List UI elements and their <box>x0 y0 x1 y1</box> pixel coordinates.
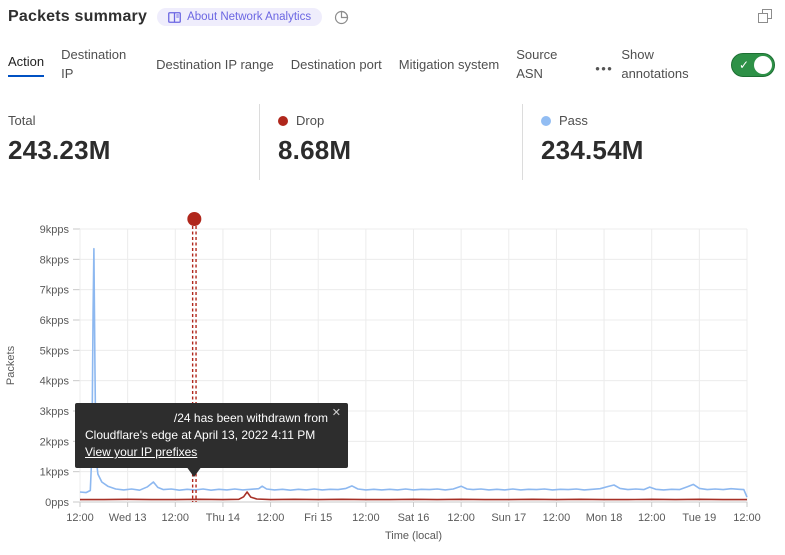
x-tick-label: 12:00 <box>352 512 380 524</box>
book-icon <box>168 12 181 23</box>
y-tick-label: 8kpps <box>40 254 70 266</box>
tooltip-line2: Cloudflare's edge at April 13, 2022 4:11… <box>85 427 338 444</box>
stat-label: Pass <box>559 113 588 128</box>
drop-legend-dot <box>278 116 288 126</box>
toggle-knob <box>754 56 772 74</box>
y-tick-label: 5kpps <box>40 345 70 357</box>
y-tick-label: 0pps <box>45 497 69 509</box>
y-tick-label: 6kpps <box>40 315 70 327</box>
stat-value: 234.54M <box>541 135 785 166</box>
x-tick-label: Mon 18 <box>586 512 623 524</box>
stats-row: Total 243.23M Drop 8.68M Pass 234.54M <box>8 104 785 180</box>
y-axis-title: Packets <box>5 345 17 385</box>
tab-destination-port[interactable]: Destination port <box>291 56 382 75</box>
packets-chart[interactable]: 0pps 1kpps 2kpps 3kpps 4kpps 5kpps 6kpps 7kpps 8… <box>0 203 785 555</box>
x-tick-label: 12:00 <box>638 512 666 524</box>
show-annotations-toggle[interactable]: ✓ <box>731 53 775 77</box>
x-tick-label: 12:00 <box>66 512 94 524</box>
x-tick-label: 12:00 <box>733 512 761 524</box>
tooltip-line1: /24 has been withdrawn from <box>85 410 338 427</box>
tab-destination-ip[interactable]: Destination IP <box>61 46 139 84</box>
tab-destination-ip-range[interactable]: Destination IP range <box>156 56 274 75</box>
popout-icon[interactable] <box>758 9 772 23</box>
x-tick-label: Sat 16 <box>398 512 430 524</box>
x-tick-label: 12:00 <box>162 512 190 524</box>
tab-action[interactable]: Action <box>8 53 44 78</box>
x-tick-label: Fri 15 <box>304 512 332 524</box>
about-network-analytics-badge[interactable]: About Network Analytics <box>157 8 322 26</box>
stat-drop: Drop 8.68M <box>259 104 522 180</box>
pie-chart-icon[interactable] <box>334 10 349 25</box>
annotation-dot[interactable] <box>187 212 201 226</box>
y-tick-label: 4kpps <box>40 376 70 388</box>
tab-source-asn[interactable]: Source ASN <box>516 46 568 84</box>
show-annotations-label: Show annotations <box>621 46 707 84</box>
stat-value: 8.68M <box>278 135 522 166</box>
x-tick-label: 12:00 <box>543 512 571 524</box>
y-tick-label: 1kpps <box>40 467 70 479</box>
popout-front-square <box>758 13 768 23</box>
x-tick-label: 12:00 <box>257 512 285 524</box>
checkmark-icon: ✓ <box>739 57 749 73</box>
y-tick-label: 9kpps <box>40 224 70 236</box>
pass-legend-dot <box>541 116 551 126</box>
y-tick-label: 7kpps <box>40 285 70 297</box>
x-tick-label: 12:00 <box>447 512 475 524</box>
annotation-tooltip: /24 has been withdrawn from Cloudflare's… <box>75 403 348 468</box>
y-tick-label: 3kpps <box>40 406 70 418</box>
tab-mitigation-system[interactable]: Mitigation system <box>399 56 499 75</box>
widget-header: Packets summary About Network Analytics <box>8 8 349 26</box>
view-ip-prefixes-link[interactable]: View your IP prefixes <box>85 444 197 461</box>
x-tick-label: Wed 13 <box>109 512 147 524</box>
stat-pass: Pass 234.54M <box>522 104 785 180</box>
close-icon[interactable]: ✕ <box>332 405 341 422</box>
badge-label: About Network Analytics <box>187 11 311 23</box>
dimension-tabs: Action Destination IP Destination IP range… <box>8 40 775 90</box>
stat-label: Drop <box>296 113 324 128</box>
page-title: Packets summary <box>8 8 147 26</box>
x-tick-label: Thu 14 <box>206 512 240 524</box>
stat-total: Total 243.23M <box>8 104 259 180</box>
stat-label: Total <box>8 113 35 128</box>
x-tick-label: Sun 17 <box>491 512 526 524</box>
x-tick-label: Tue 19 <box>682 512 716 524</box>
more-tabs-button[interactable]: ••• <box>595 61 613 76</box>
tooltip-arrow <box>186 466 202 477</box>
y-tick-label: 2kpps <box>40 436 70 448</box>
stat-value: 243.23M <box>8 135 259 166</box>
x-axis-title: Time (local) <box>385 530 442 542</box>
